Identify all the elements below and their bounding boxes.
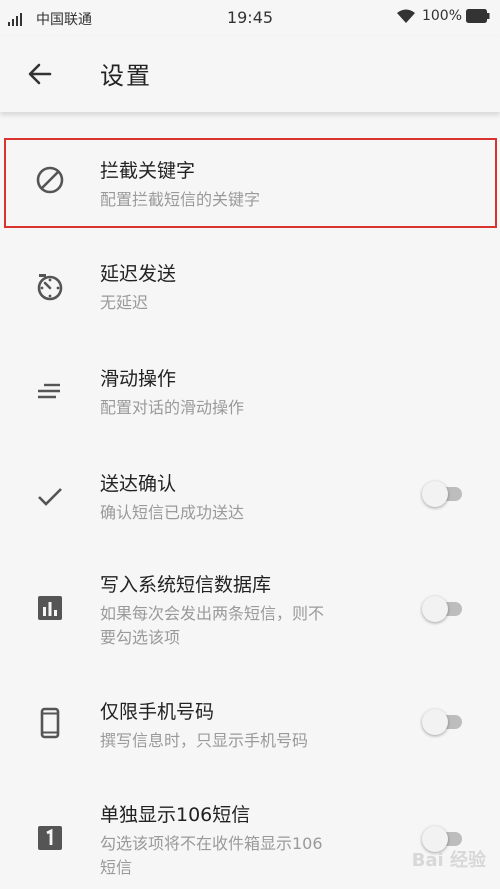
setting-subtitle: 配置对话的滑动操作 <box>100 398 245 417</box>
setting-write-system-db[interactable]: 写入系统短信数据库 如果每次会发出两条短信，则不 要勾选该项 <box>0 560 500 670</box>
timer-icon <box>37 274 63 301</box>
back-arrow-icon[interactable] <box>24 58 56 90</box>
phone-icon <box>40 707 60 739</box>
setting-subtitle-line2: 要勾选该项 <box>100 628 181 647</box>
setting-title: 送达确认 <box>100 473 177 495</box>
check-icon <box>38 488 62 506</box>
setting-subtitle-line1: 如果每次会发出两条短信，则不 <box>100 604 325 623</box>
setting-title: 延迟发送 <box>100 263 177 285</box>
page-title: 设置 <box>100 62 152 90</box>
setting-subtitle: 无延迟 <box>100 293 149 312</box>
number-one-icon <box>38 826 62 850</box>
highlight-box <box>4 138 497 228</box>
battery-icon <box>466 9 490 23</box>
toggle-knob <box>422 709 448 735</box>
toggle-switch[interactable] <box>422 594 462 624</box>
status-bar: 中国联通 19:45 100% <box>0 0 500 36</box>
setting-subtitle-line2: 短信 <box>100 858 133 877</box>
setting-swipe-actions[interactable]: 滑动操作 配置对话的滑动操作 <box>0 350 500 440</box>
setting-subtitle: 撰写信息时，只显示手机号码 <box>100 731 309 750</box>
wifi-icon <box>396 9 415 23</box>
setting-title: 滑动操作 <box>100 368 177 390</box>
bar-chart-icon <box>38 596 62 620</box>
toggle-switch[interactable] <box>422 479 462 509</box>
setting-title: 单独显示106短信 <box>100 804 251 826</box>
status-right: 100% <box>396 8 490 24</box>
battery-label: 100% <box>421 8 462 24</box>
toggle-knob <box>422 481 448 507</box>
toggle-switch[interactable] <box>422 707 462 737</box>
swipe-lines-icon <box>38 383 60 399</box>
toggle-knob <box>422 596 448 622</box>
setting-delayed-send[interactable]: 延迟发送 无延迟 <box>0 245 500 335</box>
watermark: Bai 经验 <box>411 850 486 871</box>
setting-title: 仅限手机号码 <box>100 701 215 723</box>
setting-separate-106[interactable]: 单独显示106短信 勾选该项将不在收件箱显示106 短信 <box>0 790 500 889</box>
app-bar: 设置 <box>0 36 500 112</box>
setting-subtitle-line1: 勾选该项将不在收件箱显示106 <box>100 834 323 853</box>
setting-title: 写入系统短信数据库 <box>100 574 272 596</box>
setting-delivery-confirm[interactable]: 送达确认 确认短信已成功送达 <box>0 455 500 545</box>
setting-subtitle: 确认短信已成功送达 <box>100 503 245 522</box>
setting-phone-only[interactable]: 仅限手机号码 撰写信息时，只显示手机号码 <box>0 685 500 775</box>
